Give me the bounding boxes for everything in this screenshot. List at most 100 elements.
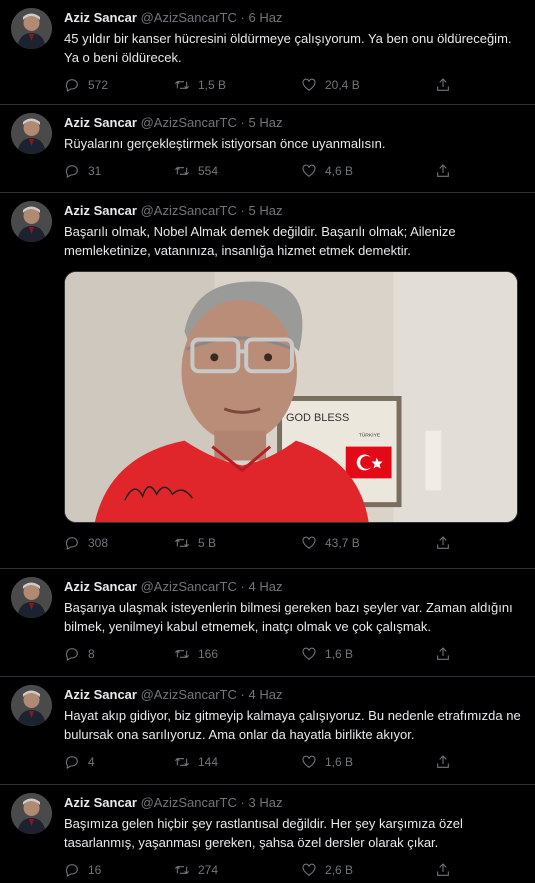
retweet-icon bbox=[174, 166, 190, 176]
reply-button[interactable]: 572 bbox=[64, 77, 174, 93]
retweet-count: 274 bbox=[198, 863, 219, 877]
tweet-date[interactable]: 4 Haz bbox=[248, 687, 282, 702]
share-icon bbox=[437, 536, 449, 549]
tweet[interactable]: Aziz Sancar @AzizSancarTC · 6 Haz 45 yıl… bbox=[0, 0, 535, 105]
tweet-actions: 308 5 B 43,7 B bbox=[64, 523, 521, 563]
share-button[interactable] bbox=[435, 754, 451, 770]
tweet[interactable]: Aziz Sancar @AzizSancarTC · 5 Haz Rüyala… bbox=[0, 105, 535, 193]
reply-button[interactable]: 8 bbox=[64, 646, 174, 662]
author-name[interactable]: Aziz Sancar bbox=[64, 10, 137, 25]
tweet-text: Başarılı olmak, Nobel Almak demek değild… bbox=[64, 224, 456, 258]
tweet-text: Rüyalarını gerçekleştirmek istiyorsan ön… bbox=[64, 136, 386, 151]
frame-text: GOD BLESS bbox=[286, 412, 349, 424]
avatar[interactable] bbox=[11, 113, 52, 154]
reply-button[interactable]: 308 bbox=[64, 535, 174, 551]
tweet-feed: Aziz Sancar @AzizSancarTC · 6 Haz 45 yıl… bbox=[0, 0, 535, 883]
like-button[interactable]: 4,6 B bbox=[301, 163, 435, 179]
tweet[interactable]: Aziz Sancar @AzizSancarTC · 5 Haz Başarı… bbox=[0, 193, 535, 569]
like-button[interactable]: 20,4 B bbox=[301, 77, 435, 93]
author-handle[interactable]: @AzizSancarTC bbox=[141, 795, 237, 810]
author-handle[interactable]: @AzizSancarTC bbox=[141, 203, 237, 218]
retweet-button[interactable]: 166 bbox=[174, 646, 301, 662]
share-icon bbox=[437, 78, 449, 91]
reply-count: 4 bbox=[88, 755, 95, 769]
tweet-header: Aziz Sancar @AzizSancarTC · 5 Haz bbox=[64, 114, 521, 132]
retweet-icon bbox=[174, 757, 190, 767]
tweet-date[interactable]: 5 Haz bbox=[248, 115, 282, 130]
author-name[interactable]: Aziz Sancar bbox=[64, 579, 137, 594]
share-button[interactable] bbox=[435, 163, 451, 179]
reply-button[interactable]: 4 bbox=[64, 754, 174, 770]
avatar[interactable] bbox=[11, 793, 52, 834]
tweet-actions: 16 274 2,6 B bbox=[64, 852, 521, 883]
retweet-button[interactable]: 274 bbox=[174, 862, 301, 878]
retweet-count: 554 bbox=[198, 164, 219, 178]
tweet-date[interactable]: 4 Haz bbox=[248, 579, 282, 594]
like-count: 1,6 B bbox=[325, 755, 354, 769]
heart-icon bbox=[302, 755, 316, 768]
author-handle[interactable]: @AzizSancarTC bbox=[141, 10, 237, 25]
author-handle[interactable]: @AzizSancarTC bbox=[141, 579, 237, 594]
heart-icon bbox=[302, 536, 316, 549]
like-button[interactable]: 1,6 B bbox=[301, 754, 435, 770]
heart-icon bbox=[302, 164, 316, 177]
author-name[interactable]: Aziz Sancar bbox=[64, 687, 137, 702]
reply-button[interactable]: 31 bbox=[64, 163, 174, 179]
tweet-date[interactable]: 3 Haz bbox=[248, 795, 282, 810]
retweet-count: 5 B bbox=[198, 536, 217, 550]
avatar[interactable] bbox=[11, 577, 52, 618]
retweet-button[interactable]: 144 bbox=[174, 754, 301, 770]
retweet-button[interactable]: 554 bbox=[174, 163, 301, 179]
like-button[interactable]: 2,6 B bbox=[301, 862, 435, 878]
like-button[interactable]: 43,7 B bbox=[301, 535, 435, 551]
avatar[interactable] bbox=[11, 685, 52, 726]
like-count: 1,6 B bbox=[325, 647, 354, 661]
tweet[interactable]: Aziz Sancar @AzizSancarTC · 4 Haz Başarı… bbox=[0, 569, 535, 677]
tweet-media-photo[interactable]: GOD BLESS TÜRKİYE bbox=[64, 271, 518, 523]
like-count: 2,6 B bbox=[325, 863, 354, 877]
share-icon bbox=[437, 647, 449, 660]
share-button[interactable] bbox=[435, 646, 451, 662]
tweet[interactable]: Aziz Sancar @AzizSancarTC · 3 Haz Başımı… bbox=[0, 785, 535, 883]
separator: · bbox=[240, 115, 245, 130]
retweet-count: 1,5 B bbox=[198, 78, 227, 92]
retweet-button[interactable]: 1,5 B bbox=[174, 77, 301, 93]
author-handle[interactable]: @AzizSancarTC bbox=[141, 115, 237, 130]
share-button[interactable] bbox=[435, 862, 451, 878]
tweet[interactable]: Aziz Sancar @AzizSancarTC · 4 Haz Hayat … bbox=[0, 677, 535, 785]
share-icon bbox=[437, 164, 449, 177]
frame-subtext: TÜRKİYE bbox=[359, 432, 381, 439]
reply-icon bbox=[65, 537, 78, 550]
separator: · bbox=[240, 203, 245, 218]
reply-count: 572 bbox=[88, 78, 109, 92]
retweet-icon bbox=[174, 865, 190, 875]
tweet-text: Başımıza gelen hiçbir şey rastlantısal d… bbox=[64, 816, 463, 850]
avatar[interactable] bbox=[11, 8, 52, 49]
share-button[interactable] bbox=[435, 535, 451, 551]
reply-icon bbox=[65, 648, 78, 661]
heart-icon bbox=[302, 647, 316, 660]
reply-icon bbox=[65, 864, 78, 877]
tweet-date[interactable]: 6 Haz bbox=[248, 10, 282, 25]
retweet-icon bbox=[174, 649, 190, 659]
author-handle[interactable]: @AzizSancarTC bbox=[141, 687, 237, 702]
reply-count: 8 bbox=[88, 647, 95, 661]
like-button[interactable]: 1,6 B bbox=[301, 646, 435, 662]
avatar[interactable] bbox=[11, 201, 52, 242]
retweet-button[interactable]: 5 B bbox=[174, 535, 301, 551]
share-icon bbox=[437, 863, 449, 876]
share-button[interactable] bbox=[435, 77, 451, 93]
author-name[interactable]: Aziz Sancar bbox=[64, 203, 137, 218]
author-name[interactable]: Aziz Sancar bbox=[64, 795, 137, 810]
separator: · bbox=[240, 579, 245, 594]
tweet-text: Hayat akıp gidiyor, biz gitmeyip kalmaya… bbox=[64, 708, 521, 742]
tweet-text: Başarıya ulaşmak isteyenlerin bilmesi ge… bbox=[64, 600, 513, 634]
reply-button[interactable]: 16 bbox=[64, 862, 174, 878]
tweet-date[interactable]: 5 Haz bbox=[248, 203, 282, 218]
tweet-header: Aziz Sancar @AzizSancarTC · 3 Haz bbox=[64, 794, 521, 812]
share-icon bbox=[437, 755, 449, 768]
tweet-actions: 31 554 4,6 B bbox=[64, 153, 521, 189]
like-count: 20,4 B bbox=[325, 78, 360, 92]
author-name[interactable]: Aziz Sancar bbox=[64, 115, 137, 130]
separator: · bbox=[240, 795, 245, 810]
